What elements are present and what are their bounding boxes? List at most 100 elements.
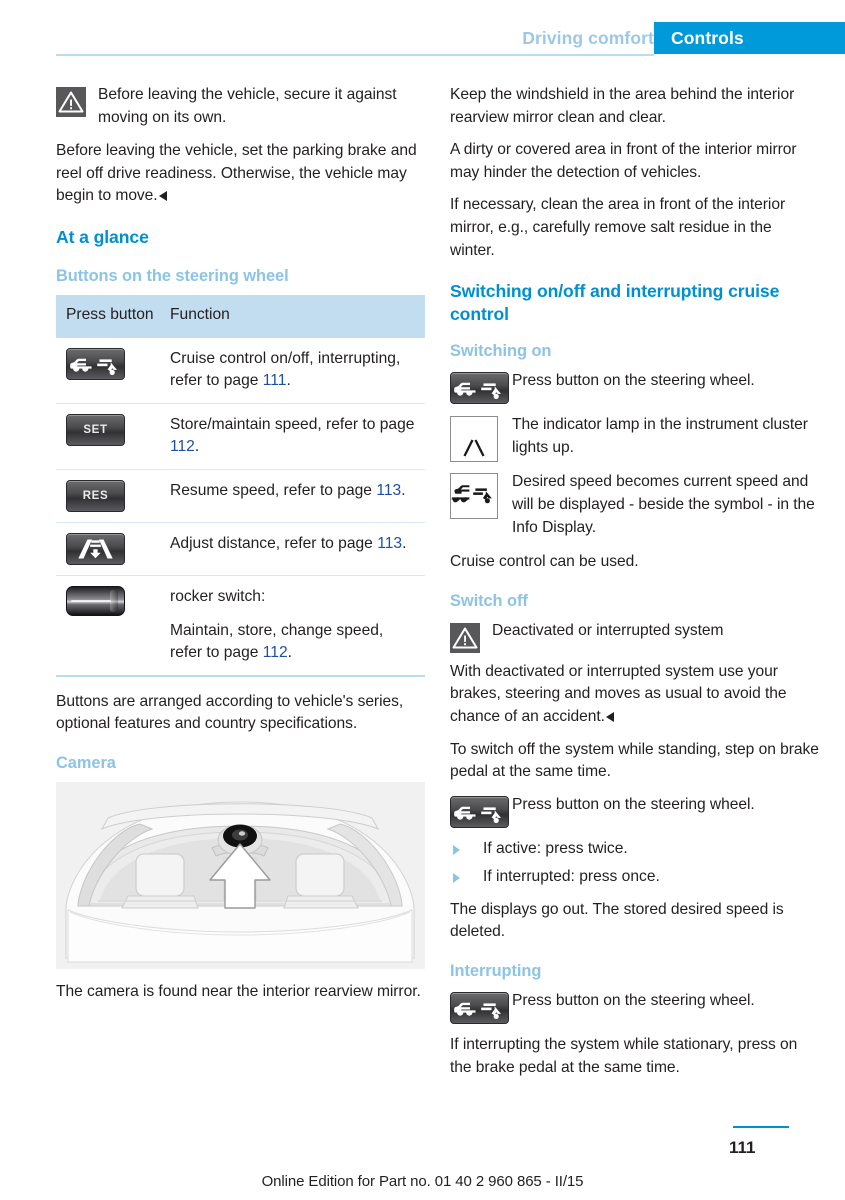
page-reference[interactable]: 112 xyxy=(170,438,195,455)
warning-body-text: With deactivated or interrupted system u… xyxy=(450,662,787,725)
warning-block-parking: Before leaving the vehicle, secure it ag… xyxy=(56,84,425,129)
header-chapter-title: Driving comfort xyxy=(522,28,654,48)
triangle-bullet-icon xyxy=(453,844,460,855)
function-text-end: . xyxy=(402,534,407,552)
warning-title: Deactivated or interrupted system xyxy=(492,621,724,639)
function-text: Store/maintain speed, refer to page xyxy=(170,415,415,433)
triangle-bullet-icon xyxy=(453,873,460,884)
cruise-control-symbol-icon xyxy=(450,473,498,520)
heading-switching-on: Switching on xyxy=(450,342,552,361)
list-item: If interrupted: press once. xyxy=(450,866,819,889)
cruise-control-button-icon[interactable] xyxy=(450,992,509,1025)
rocker-switch-label: rocker switch: xyxy=(170,587,266,605)
table-row: Cruise control on/off, interrupting, ref… xyxy=(56,337,425,404)
page-number: 111 xyxy=(729,1138,756,1157)
table-cell-button-icon: RES xyxy=(56,469,164,523)
res-button-label: RES xyxy=(82,489,109,502)
step-text: Desired speed becomes current speed and … xyxy=(512,473,815,536)
list-item: If active: press twice. xyxy=(450,838,819,861)
function-text-end: . xyxy=(286,372,291,390)
page-footer: 111 Online Edition for Part no. 01 40 2 … xyxy=(0,1120,845,1200)
rocker-switch-icon[interactable] xyxy=(66,585,125,616)
paragraph-displays-go-out: The displays go out. The stored desired … xyxy=(450,900,784,941)
heading-camera: Camera xyxy=(56,753,116,772)
heading-buttons-steering-wheel: Buttons on the steering wheel xyxy=(56,266,289,285)
set-button-icon[interactable]: SET xyxy=(66,413,125,446)
indicator-lamp-icon xyxy=(450,416,498,463)
step-press-button-switch-off: Press button on the steering wheel. xyxy=(450,794,819,828)
header-section-tab[interactable]: Controls xyxy=(654,22,845,54)
step-text: The indicator lamp in the instrument clu… xyxy=(512,416,808,456)
step-icon-wrap xyxy=(450,992,509,1025)
footer-edition-note: Online Edition for Part no. 01 40 2 960 … xyxy=(261,1173,584,1190)
paragraph-cruise-usable: Cruise control can be used. xyxy=(450,553,639,571)
figure-caption: The camera is found near the interior re… xyxy=(56,982,421,1000)
windshield-illustration xyxy=(56,781,425,969)
step-icon-wrap xyxy=(450,416,498,463)
table-cell-function: Store/maintain speed, refer to page 112. xyxy=(164,403,425,470)
heading-switching-cruise-control: Switching on/off and interrupting cruise… xyxy=(450,281,780,325)
warning-text-line2-inner: Before leaving the vehicle, set the park… xyxy=(56,142,417,205)
step-icon-wrap xyxy=(450,795,509,828)
cruise-control-button-icon[interactable] xyxy=(450,795,509,828)
set-button-label: SET xyxy=(83,423,108,436)
table-cell-button-icon xyxy=(56,575,164,677)
table-header-press-button: Press button xyxy=(56,294,164,338)
camera-location-figure xyxy=(56,781,425,969)
table-cell-button-icon xyxy=(56,522,164,576)
left-column: Before leaving the vehicle, secure it ag… xyxy=(56,84,425,1004)
buttons-table: Press button Function Cruise control on/… xyxy=(56,294,425,677)
end-of-warning-marker xyxy=(605,711,614,722)
page-reference[interactable]: 111 xyxy=(263,372,287,389)
step-icon-wrap xyxy=(450,473,498,520)
table-cell-function: Cruise control on/off, interrupting, ref… xyxy=(164,337,425,404)
table-header-row: Press button Function xyxy=(56,294,425,338)
step-desired-speed: Desired speed becomes current speed and … xyxy=(450,471,819,539)
function-text-end: . xyxy=(287,644,292,662)
function-text: Adjust distance, refer to page xyxy=(170,534,378,552)
page-reference[interactable]: 113 xyxy=(377,535,402,552)
table-cell-button-icon: SET xyxy=(56,403,164,470)
table-row: rocker switch: Maintain, store, change s… xyxy=(56,575,425,677)
page-header: Driving comfort Controls xyxy=(0,22,845,54)
table-row: SET Store/maintain speed, refer to page … xyxy=(56,403,425,470)
function-text-end: . xyxy=(194,438,200,456)
warning-triangle-icon xyxy=(56,87,86,117)
page-number-rule xyxy=(733,1126,789,1128)
list-item-label: If active: press twice. xyxy=(483,839,628,857)
table-cell-function: rocker switch: Maintain, store, change s… xyxy=(164,575,425,677)
list-item-label: If interrupted: press once. xyxy=(483,868,660,886)
header-divider-rule xyxy=(56,54,654,56)
table-row: RES Resume speed, refer to page 113. xyxy=(56,469,425,523)
page-reference[interactable]: 113 xyxy=(376,482,401,499)
note-buttons-arranged: Buttons are arranged according to vehicl… xyxy=(56,692,404,733)
table-cell-button-icon xyxy=(56,337,164,404)
end-of-warning-marker xyxy=(158,191,167,202)
page-reference[interactable]: 112 xyxy=(263,644,288,661)
header-section-tab-label: Controls xyxy=(671,28,744,48)
warning-body-deactivated: With deactivated or interrupted system u… xyxy=(450,661,819,729)
heading-at-a-glance: At a glance xyxy=(56,226,149,247)
warning-text-line2: Before leaving the vehicle, set the park… xyxy=(56,140,425,208)
cruise-control-button-icon[interactable] xyxy=(66,347,125,380)
cruise-control-button-icon[interactable] xyxy=(450,372,509,405)
heading-interrupting: Interrupting xyxy=(450,962,542,981)
switch-off-bullet-list: If active: press twice. If interrupted: … xyxy=(450,838,819,889)
paragraph-dirty-area: A dirty or covered area in front of the … xyxy=(450,141,797,181)
warning-triangle-icon xyxy=(450,622,480,653)
step-press-button-switching-on: Press button on the steering wheel. xyxy=(450,370,819,405)
table-header-function: Function xyxy=(164,294,425,338)
step-indicator-lamp: The indicator lamp in the instrument clu… xyxy=(450,414,819,463)
paragraph-windshield-clean: Keep the windshield in the area behind t… xyxy=(450,86,795,126)
table-cell-function: Resume speed, refer to page 113. xyxy=(164,469,425,523)
right-column: Keep the windshield in the area behind t… xyxy=(450,84,819,1079)
step-icon-wrap xyxy=(450,372,509,405)
step-press-button-interrupting: Press button on the steering wheel. xyxy=(450,990,819,1025)
function-text-end: . xyxy=(401,481,406,499)
paragraph-clean-mirror: If necessary, clean the area in front of… xyxy=(450,196,786,259)
paragraph-interrupting-stationary: If interrupting the system while station… xyxy=(450,1036,798,1076)
adjust-distance-button-icon[interactable] xyxy=(66,532,125,565)
res-button-icon[interactable]: RES xyxy=(66,479,125,512)
rocker-switch-function: Maintain, store, change speed, refer to … xyxy=(170,620,419,665)
table-row: Adjust distance, refer to page 113. xyxy=(56,522,425,576)
